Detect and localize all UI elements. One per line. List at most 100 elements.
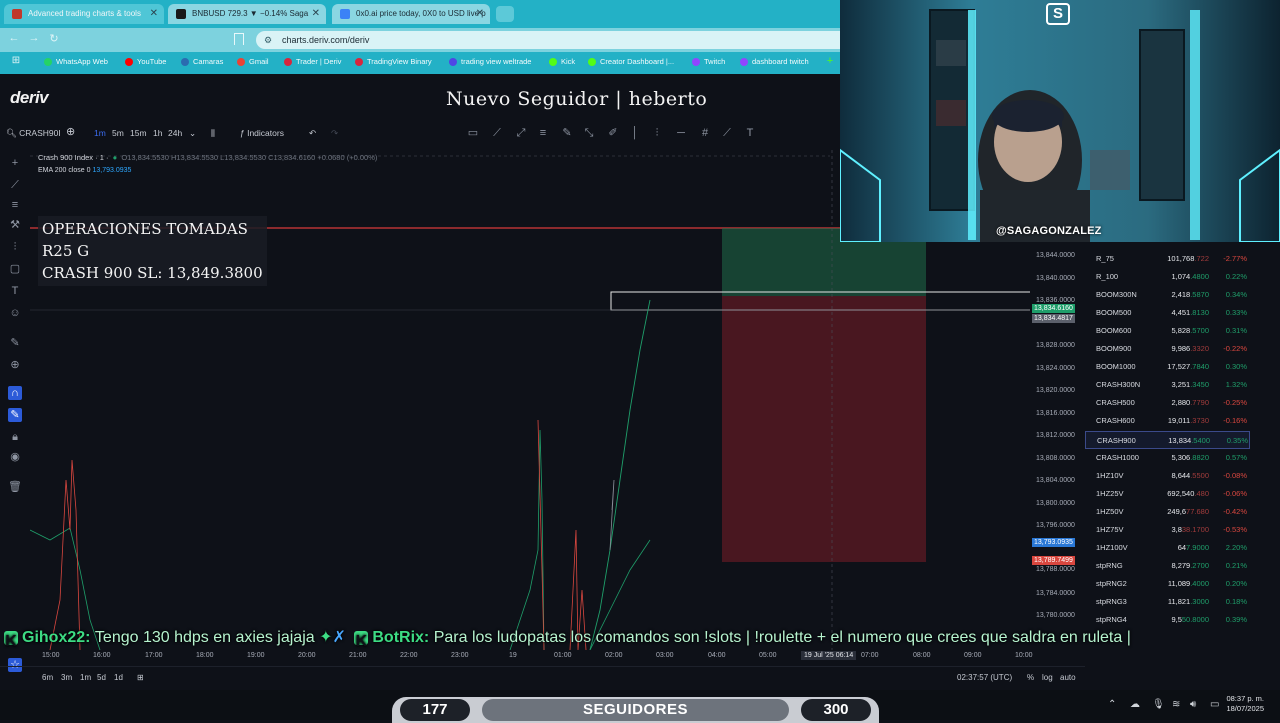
range-1m[interactable]: 1m (80, 673, 91, 682)
ray-tool-icon[interactable]: ⤢ (514, 126, 528, 140)
shape-icon[interactable]: ▢ (8, 262, 22, 276)
bookmark-camaras[interactable]: Camaras (181, 57, 223, 66)
range-3m[interactable]: 3m (61, 673, 72, 682)
bookmark-trader-deriv[interactable]: Trader | Deriv (284, 57, 341, 66)
channel-tool-icon[interactable]: ≡ (536, 126, 550, 140)
date-range-icon[interactable]: ⊞ (137, 673, 144, 682)
log-scale-toggle[interactable]: log (1042, 673, 1053, 682)
watchlist-row[interactable]: stpRNG 8,279.2700 0.21% (1085, 557, 1250, 575)
new-tab-button[interactable] (496, 6, 514, 22)
add-bookmark-icon[interactable]: + (822, 55, 838, 67)
wifi-icon[interactable]: ≋ (1172, 699, 1180, 710)
text-icon[interactable]: T (8, 284, 22, 298)
bookmark-creator-dashboard[interactable]: Creator Dashboard |... (588, 57, 674, 66)
lines-icon[interactable]: ≡ (8, 198, 22, 212)
text-tool-icon[interactable]: T (743, 126, 757, 140)
trash-icon[interactable]: 🗑︎ (8, 480, 22, 494)
chart-type-icon[interactable]: ⫼ (211, 128, 215, 139)
pen-tool-icon[interactable]: ✎ (560, 126, 574, 140)
range-5d[interactable]: 5d (97, 673, 106, 682)
interval-dropdown-icon[interactable]: ⌄ (189, 128, 196, 139)
bookmark-tradingview-weltrade[interactable]: trading view weltrade (449, 57, 531, 66)
measure-tool-icon[interactable]: ✐ (606, 126, 620, 140)
watchlist-row[interactable]: CRASH300N 3,251.3450 1.32% (1085, 376, 1250, 394)
percent-scale-toggle[interactable]: % (1027, 673, 1034, 682)
watchlist-row[interactable]: R_100 1,074.4800 0.22% (1085, 268, 1250, 286)
site-info-icon[interactable]: ⚙ (264, 31, 272, 49)
emoji-icon[interactable]: ☺ (8, 306, 22, 320)
watchlist-row[interactable]: 1HZ50V 249,677.680 -0.42% (1085, 503, 1250, 521)
watchlist-row[interactable]: stpRNG2 11,089.4000 0.20% (1085, 575, 1250, 593)
fib-tool-icon[interactable]: ⫶ (650, 126, 664, 140)
ruler-icon[interactable]: ✎ (8, 336, 22, 350)
forward-icon[interactable]: → (26, 32, 42, 44)
browser-tab-0x0[interactable]: 0x0.ai price today, 0X0 to USD live p ✕ (332, 4, 490, 24)
pattern-icon[interactable]: ⚒ (8, 218, 22, 232)
back-icon[interactable]: ← (6, 32, 22, 44)
line-tool-icon[interactable]: ⟋ (490, 126, 504, 140)
watchlist-row[interactable]: BOOM600 5,828.5700 0.31% (1085, 322, 1250, 340)
url-field[interactable]: ⚙ charts.deriv.com/deriv (256, 31, 840, 49)
redo-icon[interactable]: ↷ (331, 128, 338, 139)
bookmark-whatsapp[interactable]: WhatsApp Web (44, 57, 108, 66)
arrow-tool-icon[interactable]: ⟋ (720, 126, 734, 140)
system-clock[interactable]: 08:37 p. m. 18/07/2025 (1226, 694, 1264, 714)
close-tab-icon[interactable]: ✕ (476, 4, 484, 24)
bookmark-youtube[interactable]: YouTube (125, 57, 166, 66)
interval-1m[interactable]: 1m (94, 128, 106, 138)
indicators-button[interactable]: ƒ Indicators (240, 128, 284, 138)
crosshair-icon[interactable]: + (8, 156, 22, 170)
close-tab-icon[interactable]: ✕ (312, 4, 320, 24)
cursor-icon[interactable]: ⟋ (8, 178, 22, 192)
browser-tab-bnbusd[interactable]: BNBUSD 729.3 ▼ −0.14% Saga ✕ (168, 4, 326, 24)
cloud-icon[interactable]: ☁ (1130, 699, 1140, 710)
watchlist-row[interactable]: CRASH1000 5,306.8820 0.57% (1085, 449, 1250, 467)
horizontal-line-icon[interactable]: ─ (674, 126, 688, 140)
add-symbol-icon[interactable]: ⊕ (66, 125, 75, 138)
bookmark-kick[interactable]: Kick (549, 57, 575, 66)
interval-24h[interactable]: 24h (168, 128, 182, 138)
auto-scale-toggle[interactable]: auto (1060, 673, 1076, 682)
interval-5m[interactable]: 5m (112, 128, 124, 138)
bookmark-dashboard-twitch[interactable]: dashboard twitch (740, 57, 809, 66)
range-6m[interactable]: 6m (42, 673, 53, 682)
zoom-icon[interactable]: ⊕ (8, 358, 22, 372)
symbol-search[interactable]: 🔍︎ CRASH90I (6, 128, 61, 139)
bookmark-twitch[interactable]: Twitch (692, 57, 725, 66)
undo-icon[interactable]: ↶ (309, 128, 316, 139)
watchlist-row[interactable]: stpRNG3 11,821.3000 0.18% (1085, 593, 1250, 611)
battery-icon[interactable]: ▭ (1210, 699, 1219, 710)
rectangle-tool-icon[interactable]: ▭ (466, 126, 480, 140)
vertical-line-icon[interactable]: │ (628, 126, 642, 140)
bookmark-tradingview-binary[interactable]: TradingView Binary (355, 57, 432, 66)
time-axis[interactable]: 15:00 16:00 17:00 18:00 19:00 20:00 21:0… (30, 650, 1033, 664)
reload-icon[interactable]: ↻ (46, 32, 62, 45)
bookmark-icon[interactable] (234, 33, 244, 45)
watchlist-row[interactable]: BOOM900 9,986.3320 -0.22% (1085, 340, 1250, 358)
watchlist-row[interactable]: BOOM1000 17,527.7840 0.30% (1085, 358, 1250, 376)
watchlist-row[interactable]: BOOM300N 2,418.5870 0.34% (1085, 286, 1250, 304)
watchlist-row[interactable]: R_75 101,768.722 -2.77% (1085, 250, 1250, 268)
fib-icon[interactable]: ⫶ (8, 240, 22, 254)
watchlist-row[interactable]: CRASH500 2,880.7790 -0.25% (1085, 394, 1250, 412)
watchlist-row[interactable]: BOOM500 4,451.8130 0.33% (1085, 304, 1250, 322)
watchlist-row[interactable]: CRASH900 13,834.5400 0.35% (1085, 430, 1250, 449)
watchlist-row[interactable]: CRASH600 19,011.3730 -0.16% (1085, 412, 1250, 430)
draw-mode-icon[interactable]: ✎ (8, 408, 22, 422)
close-tab-icon[interactable]: ✕ (150, 4, 158, 24)
range-1d[interactable]: 1d (114, 673, 123, 682)
visibility-icon[interactable]: ◉ (8, 450, 22, 464)
volume-icon[interactable]: 🔊︎ (1190, 699, 1196, 710)
watchlist-row[interactable]: 1HZ25V 692,540.480 -0.06% (1085, 485, 1250, 503)
watchlist-row[interactable]: 1HZ10V 8,644.5500 -0.08% (1085, 467, 1250, 485)
trend-tool-icon[interactable]: ⤡ (582, 126, 596, 140)
lock-icon[interactable]: 🔒︎ (8, 430, 22, 444)
grid-tool-icon[interactable]: # (698, 126, 712, 140)
interval-1h[interactable]: 1h (153, 128, 162, 138)
bookmark-gmail[interactable]: Gmail (237, 57, 269, 66)
interval-15m[interactable]: 15m (130, 128, 147, 138)
watchlist-row[interactable]: 1HZ100V 647.9000 2.20% (1085, 539, 1250, 557)
apps-grid-icon[interactable]: ⊞ (8, 55, 24, 66)
mic-icon[interactable]: 🎙︎ (1152, 699, 1165, 710)
tray-chevron-icon[interactable]: ⌃ (1108, 699, 1116, 710)
